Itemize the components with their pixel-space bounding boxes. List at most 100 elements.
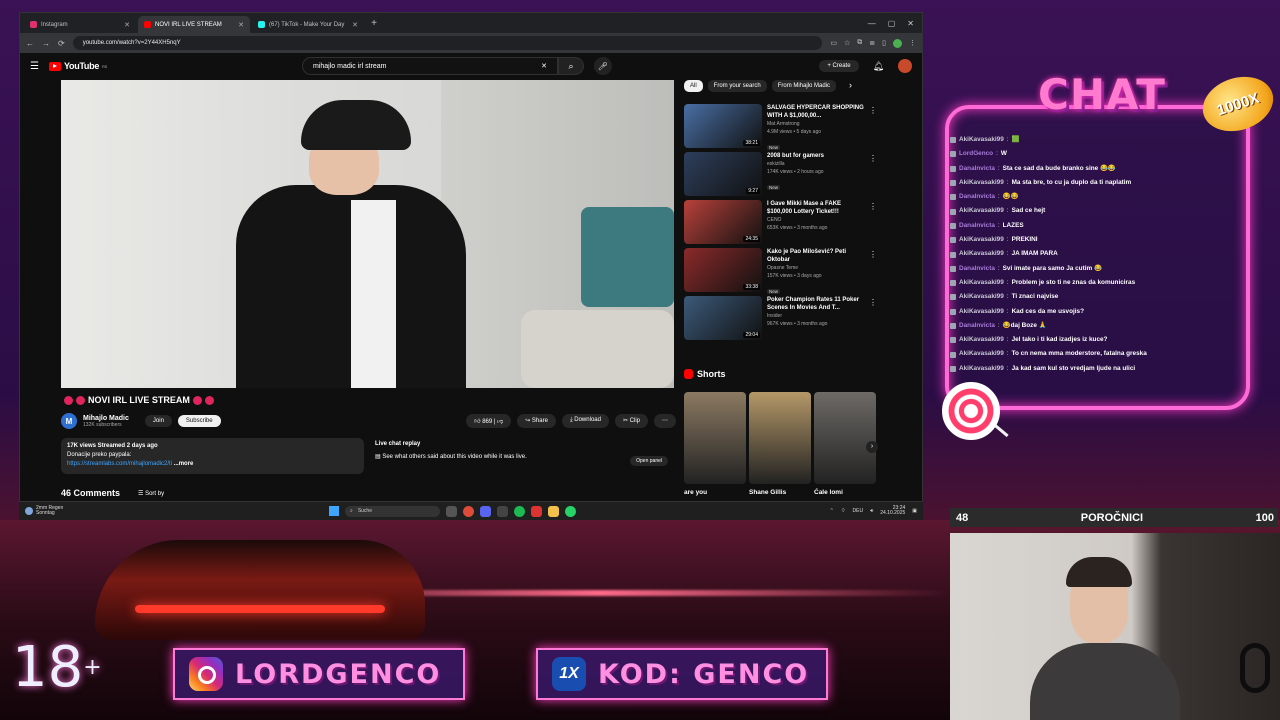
chrome-icon[interactable] xyxy=(463,505,474,517)
browser-tab[interactable]: (67) TikTok - Make Your Day ✕ xyxy=(252,16,364,33)
chat-separator: : xyxy=(1006,136,1009,143)
tab-label: NOVI IRL LIVE STREAM xyxy=(155,21,222,28)
chat-badge-icon xyxy=(950,208,956,215)
network-icon[interactable]: ⌔ xyxy=(841,508,846,514)
chat-message: AkiKavasaki99: JA IMAM PARA xyxy=(950,247,1245,261)
chat-text: Ja kad sam kul sto vredjam ljude na ulic… xyxy=(1011,364,1136,372)
chat-username: AkiKavasaki99 xyxy=(959,350,1004,358)
chat-username: AkiKavasaki99 xyxy=(959,364,1004,372)
chat-badge-icon xyxy=(950,351,956,358)
create-button[interactable]: + Create xyxy=(819,60,859,72)
chat-badge-icon xyxy=(950,265,956,272)
chat-text: LAZES xyxy=(1002,221,1024,229)
close-tab-icon[interactable]: ✕ xyxy=(352,21,358,29)
whatsapp-icon[interactable] xyxy=(565,505,576,517)
close-tab-icon[interactable]: ✕ xyxy=(124,21,130,29)
reload-icon[interactable]: ⟳ xyxy=(58,39,65,48)
chat-separator: : xyxy=(1006,250,1009,258)
chat-message: Danalnvicta: LAZES xyxy=(950,219,1245,233)
clock[interactable]: 23:24 24.10.2025 xyxy=(880,506,905,516)
webcam-person-hair xyxy=(1066,557,1132,587)
close-tab-icon[interactable]: ✕ xyxy=(238,21,244,29)
chat-badge-icon xyxy=(950,337,956,344)
chat-separator: : xyxy=(1006,336,1009,344)
discord-icon[interactable] xyxy=(480,505,491,517)
speaker-icon[interactable]: 🔊︎ xyxy=(870,508,873,514)
headset-graphic xyxy=(1240,643,1270,693)
chat-text: PREKINI xyxy=(1011,236,1038,244)
instagram-handle: LORDGENCO xyxy=(235,658,442,690)
chat-text: Kad ces da me usvojis? xyxy=(1011,307,1085,315)
profile-avatar[interactable] xyxy=(893,38,902,48)
extensions-icon[interactable]: ⧉ xyxy=(857,39,862,48)
cast-icon[interactable]: ▭ xyxy=(830,39,837,48)
hamburger-icon[interactable]: ☰ xyxy=(30,61,39,72)
chat-message: LordGenco: W xyxy=(950,147,1245,161)
browser-tab[interactable]: Instagram ✕ xyxy=(24,16,136,33)
chat-text: W xyxy=(1000,150,1007,158)
chat-badge-icon xyxy=(950,180,956,187)
clear-search-icon[interactable]: ✕ xyxy=(541,62,547,70)
poll-left-value: 48 xyxy=(956,511,969,524)
back-icon[interactable]: ← xyxy=(26,39,34,48)
browser-tab[interactable]: NOVI IRL LIVE STREAM ✕ xyxy=(138,16,250,33)
task-view-icon[interactable] xyxy=(446,505,457,517)
instagram-icon xyxy=(189,657,223,691)
weather-day: Sonntag xyxy=(36,510,55,516)
windows-start-icon[interactable] xyxy=(329,506,339,516)
bookmark-icon[interactable]: ☆ xyxy=(844,39,850,48)
notifications-bell-icon[interactable]: 🔔︎ xyxy=(873,61,884,72)
chat-badge-icon xyxy=(950,237,956,244)
chat-title: CHAT xyxy=(1038,70,1166,119)
chat-separator: : xyxy=(1006,307,1009,315)
account-avatar[interactable] xyxy=(898,59,912,73)
app-icon[interactable] xyxy=(497,505,508,517)
reading-list-icon[interactable]: ≣ xyxy=(869,39,875,48)
chat-username: AkiKavasaki99 xyxy=(959,236,1004,244)
taskbar-search[interactable]: ⌕ Suche xyxy=(345,505,440,517)
promo-banner: 1X KOD: GENCO xyxy=(536,648,828,700)
spotify-icon[interactable] xyxy=(514,505,525,517)
chat-username: Danalnvicta xyxy=(959,221,995,229)
chat-text: Svi imate para samo Ja cutim 😂 xyxy=(1002,264,1102,272)
voice-search-button[interactable]: 🎤︎ xyxy=(594,57,612,75)
chat-text: Sta ce sad da bude branko sine 😂😂 xyxy=(1002,164,1116,172)
car-graphic xyxy=(95,540,425,640)
close-window-icon[interactable]: ✕ xyxy=(907,19,914,28)
sidebar-icon[interactable]: ▯ xyxy=(882,39,886,48)
new-tab-button[interactable]: + xyxy=(366,18,382,29)
chat-username: AkiKavasaki99 xyxy=(959,207,1004,215)
chat-badge-icon xyxy=(950,137,956,144)
maximize-icon[interactable]: ▢ xyxy=(888,19,896,28)
chat-message: Danalnvicta: 😂daj Boze 🙏 xyxy=(950,319,1245,333)
chat-message: AkiKavasaki99: Ma sta bre, to cu ja duplo… xyxy=(950,176,1245,190)
poll-label: POROČNICI xyxy=(1080,511,1144,524)
menu-icon[interactable]: ⋮ xyxy=(909,39,916,48)
instagram-banner: LORDGENCO xyxy=(173,648,465,700)
window-controls: — ▢ ✕ xyxy=(868,19,922,28)
folder-icon[interactable] xyxy=(548,505,559,517)
minimize-icon[interactable]: — xyxy=(868,19,876,28)
search-button[interactable]: ⌕ xyxy=(558,57,584,75)
url-input[interactable]: youtube.com/watch?v=2Y44XH5nqY xyxy=(72,36,823,50)
forward-icon[interactable]: → xyxy=(42,39,50,48)
chat-text: Ma sta bre, to cu ja duplo da ti naplati… xyxy=(1011,178,1132,186)
address-bar: ← → ⟳ youtube.com/watch?v=2Y44XH5nqY ▭ ☆… xyxy=(20,33,922,53)
tab-favicon-icon xyxy=(258,21,265,28)
weather-widget[interactable]: 2mm Regen Sonntag xyxy=(19,506,63,516)
chat-username: Danalnvicta xyxy=(959,193,995,201)
notification-icon[interactable]: ▣ xyxy=(912,508,917,514)
weather-icon xyxy=(25,507,33,515)
chat-badge-icon xyxy=(950,194,956,201)
search-input[interactable]: mihajlo madic irl stream ✕ xyxy=(302,57,558,75)
language-indicator[interactable]: DEU xyxy=(853,508,864,514)
chat-username: AkiKavasaki99 xyxy=(959,136,1004,143)
chat-text: 😂😂 xyxy=(1002,193,1019,201)
chat-username: LordGenco xyxy=(959,150,994,158)
obs-icon[interactable] xyxy=(531,505,542,517)
lollipop-icon xyxy=(942,382,1000,440)
chevron-up-icon[interactable]: ⌃ xyxy=(830,508,834,514)
youtube-logo[interactable]: YouTube RS xyxy=(48,61,107,71)
tab-label: (67) TikTok - Make Your Day xyxy=(269,21,345,28)
search-value: mihajlo madic irl stream xyxy=(313,62,387,70)
